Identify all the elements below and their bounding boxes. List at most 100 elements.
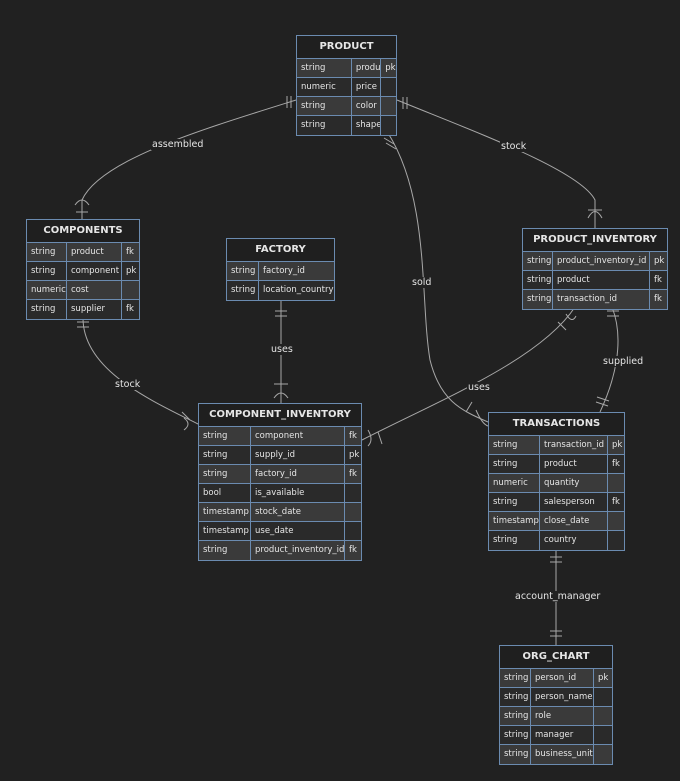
attribute-type: string <box>297 97 352 116</box>
entity-title: PRODUCT <box>297 36 396 59</box>
attribute-key: fk <box>122 243 139 262</box>
attribute-key: pk <box>650 252 667 271</box>
attribute-name: factory_id <box>259 262 334 281</box>
entity-title: COMPONENT_INVENTORY <box>199 404 361 427</box>
marker-zero-many <box>367 429 383 447</box>
attribute-row: string factory_id fk <box>199 465 361 484</box>
attribute-key: pk <box>608 436 624 455</box>
attribute-name: transaction_id <box>553 290 650 309</box>
attribute-name: product <box>351 59 382 78</box>
attribute-type: timestamp <box>199 503 251 522</box>
attribute-key: fk <box>345 465 361 484</box>
entity-component-inventory[interactable]: COMPONENT_INVENTORY string component fk str… <box>198 403 362 561</box>
attribute-key <box>345 522 361 541</box>
rel-line-sold <box>387 132 489 423</box>
attribute-row: string salesperson fk <box>489 493 624 512</box>
attribute-key: pk <box>381 59 396 78</box>
attribute-name: stock_date <box>251 503 345 522</box>
attribute-name: person_id <box>531 669 594 688</box>
attribute-type: string <box>199 541 251 560</box>
attribute-type: string <box>489 436 540 455</box>
attribute-name: factory_id <box>251 465 345 484</box>
rel-label-stock-product: stock <box>500 141 528 152</box>
attribute-type: string <box>500 726 531 745</box>
entity-product-inventory[interactable]: PRODUCT_INVENTORY string product_inventor… <box>522 228 668 310</box>
entity-title: PRODUCT_INVENTORY <box>523 229 667 252</box>
attribute-name: price <box>351 78 382 97</box>
attribute-type: string <box>500 669 531 688</box>
rel-label-uses-factory: uses <box>270 344 294 355</box>
attribute-row: string color <box>297 97 396 116</box>
attribute-type: string <box>227 281 259 300</box>
rel-line-stock-components <box>82 317 199 425</box>
attribute-type: string <box>27 243 67 262</box>
attribute-name: business_unit <box>531 745 594 764</box>
attribute-name: color <box>351 97 382 116</box>
attribute-key <box>381 78 396 97</box>
attribute-row: string business_unit <box>500 745 612 764</box>
attribute-name: transaction_id <box>540 436 608 455</box>
rel-label-sold: sold <box>411 277 433 288</box>
rel-label-supplied: supplied <box>602 356 645 367</box>
entity-org-chart[interactable]: ORG_CHART string person_id pk string person_… <box>499 645 613 765</box>
attribute-name: supply_id <box>251 446 345 465</box>
attribute-row: string transaction_id fk <box>523 290 667 309</box>
attribute-type: string <box>523 271 553 290</box>
attribute-key <box>594 726 612 745</box>
attribute-key: fk <box>126 304 134 314</box>
attribute-type: string <box>199 427 251 446</box>
attribute-key <box>345 503 361 522</box>
attribute-type: string <box>500 707 531 726</box>
attribute-name: product <box>553 271 650 290</box>
entity-transactions[interactable]: TRANSACTIONS string transaction_id pk strin… <box>488 412 625 551</box>
attribute-name: product <box>540 455 608 474</box>
attribute-type: bool <box>199 484 251 503</box>
attribute-row: timestamp close_date <box>489 512 624 531</box>
attribute-key <box>381 97 396 116</box>
attribute-type: string <box>523 252 553 271</box>
attribute-key <box>122 281 139 300</box>
attribute-key: fk <box>608 493 624 512</box>
attribute-key <box>594 707 612 726</box>
attribute-type: numeric <box>489 474 540 493</box>
attribute-row: string product fk <box>523 271 667 290</box>
attribute-key <box>608 512 624 531</box>
attribute-type: string <box>489 531 540 550</box>
attribute-type: numeric <box>27 281 67 300</box>
attribute-type: string <box>489 455 540 474</box>
attribute-type: string <box>523 290 553 309</box>
attribute-row: bool is_available <box>199 484 361 503</box>
rel-line-stock-product <box>396 99 596 228</box>
entity-components[interactable]: COMPONENTS string product fk string componen… <box>26 219 140 320</box>
entity-factory[interactable]: FACTORY string factory_id string location_c… <box>226 238 335 301</box>
attribute-name: product_inventory_id <box>553 252 650 271</box>
rel-label-account-manager: account_manager <box>514 591 602 602</box>
attribute-key: pk <box>345 446 361 465</box>
attribute-name: supplier <box>67 300 122 319</box>
attribute-row: string supplier fk <box>27 300 139 319</box>
attribute-row: numeric price <box>297 78 396 97</box>
entity-product[interactable]: PRODUCT stringproductpknumericpricestrin… <box>296 35 397 136</box>
attribute-type: string <box>227 262 259 281</box>
er-diagram: PRODUCT stringproductpknumericpricestrin… <box>0 0 680 781</box>
attribute-row: string product fk <box>489 455 624 474</box>
attribute-type: string <box>500 688 531 707</box>
rel-line-assembled <box>81 99 297 219</box>
entity-title: TRANSACTIONS <box>489 413 624 436</box>
attribute-name: cost <box>67 281 122 300</box>
attribute-key: fk <box>349 545 357 555</box>
attribute-row: timestamp stock_date <box>199 503 361 522</box>
marker-one <box>595 396 610 407</box>
attribute-row: string factory_id <box>227 262 334 281</box>
attribute-key <box>594 688 612 707</box>
attribute-name: role <box>531 707 594 726</box>
rel-label-assembled: assembled <box>151 139 205 150</box>
attribute-type: string <box>199 465 251 484</box>
attribute-name: quantity <box>540 474 608 493</box>
attribute-row: string person_id pk <box>500 669 612 688</box>
attribute-row: stringproductpk <box>297 59 396 78</box>
attribute-key <box>608 474 624 493</box>
attribute-row: string component pk <box>27 262 139 281</box>
attribute-name: shape <box>352 116 382 135</box>
attribute-type: timestamp <box>199 522 251 541</box>
